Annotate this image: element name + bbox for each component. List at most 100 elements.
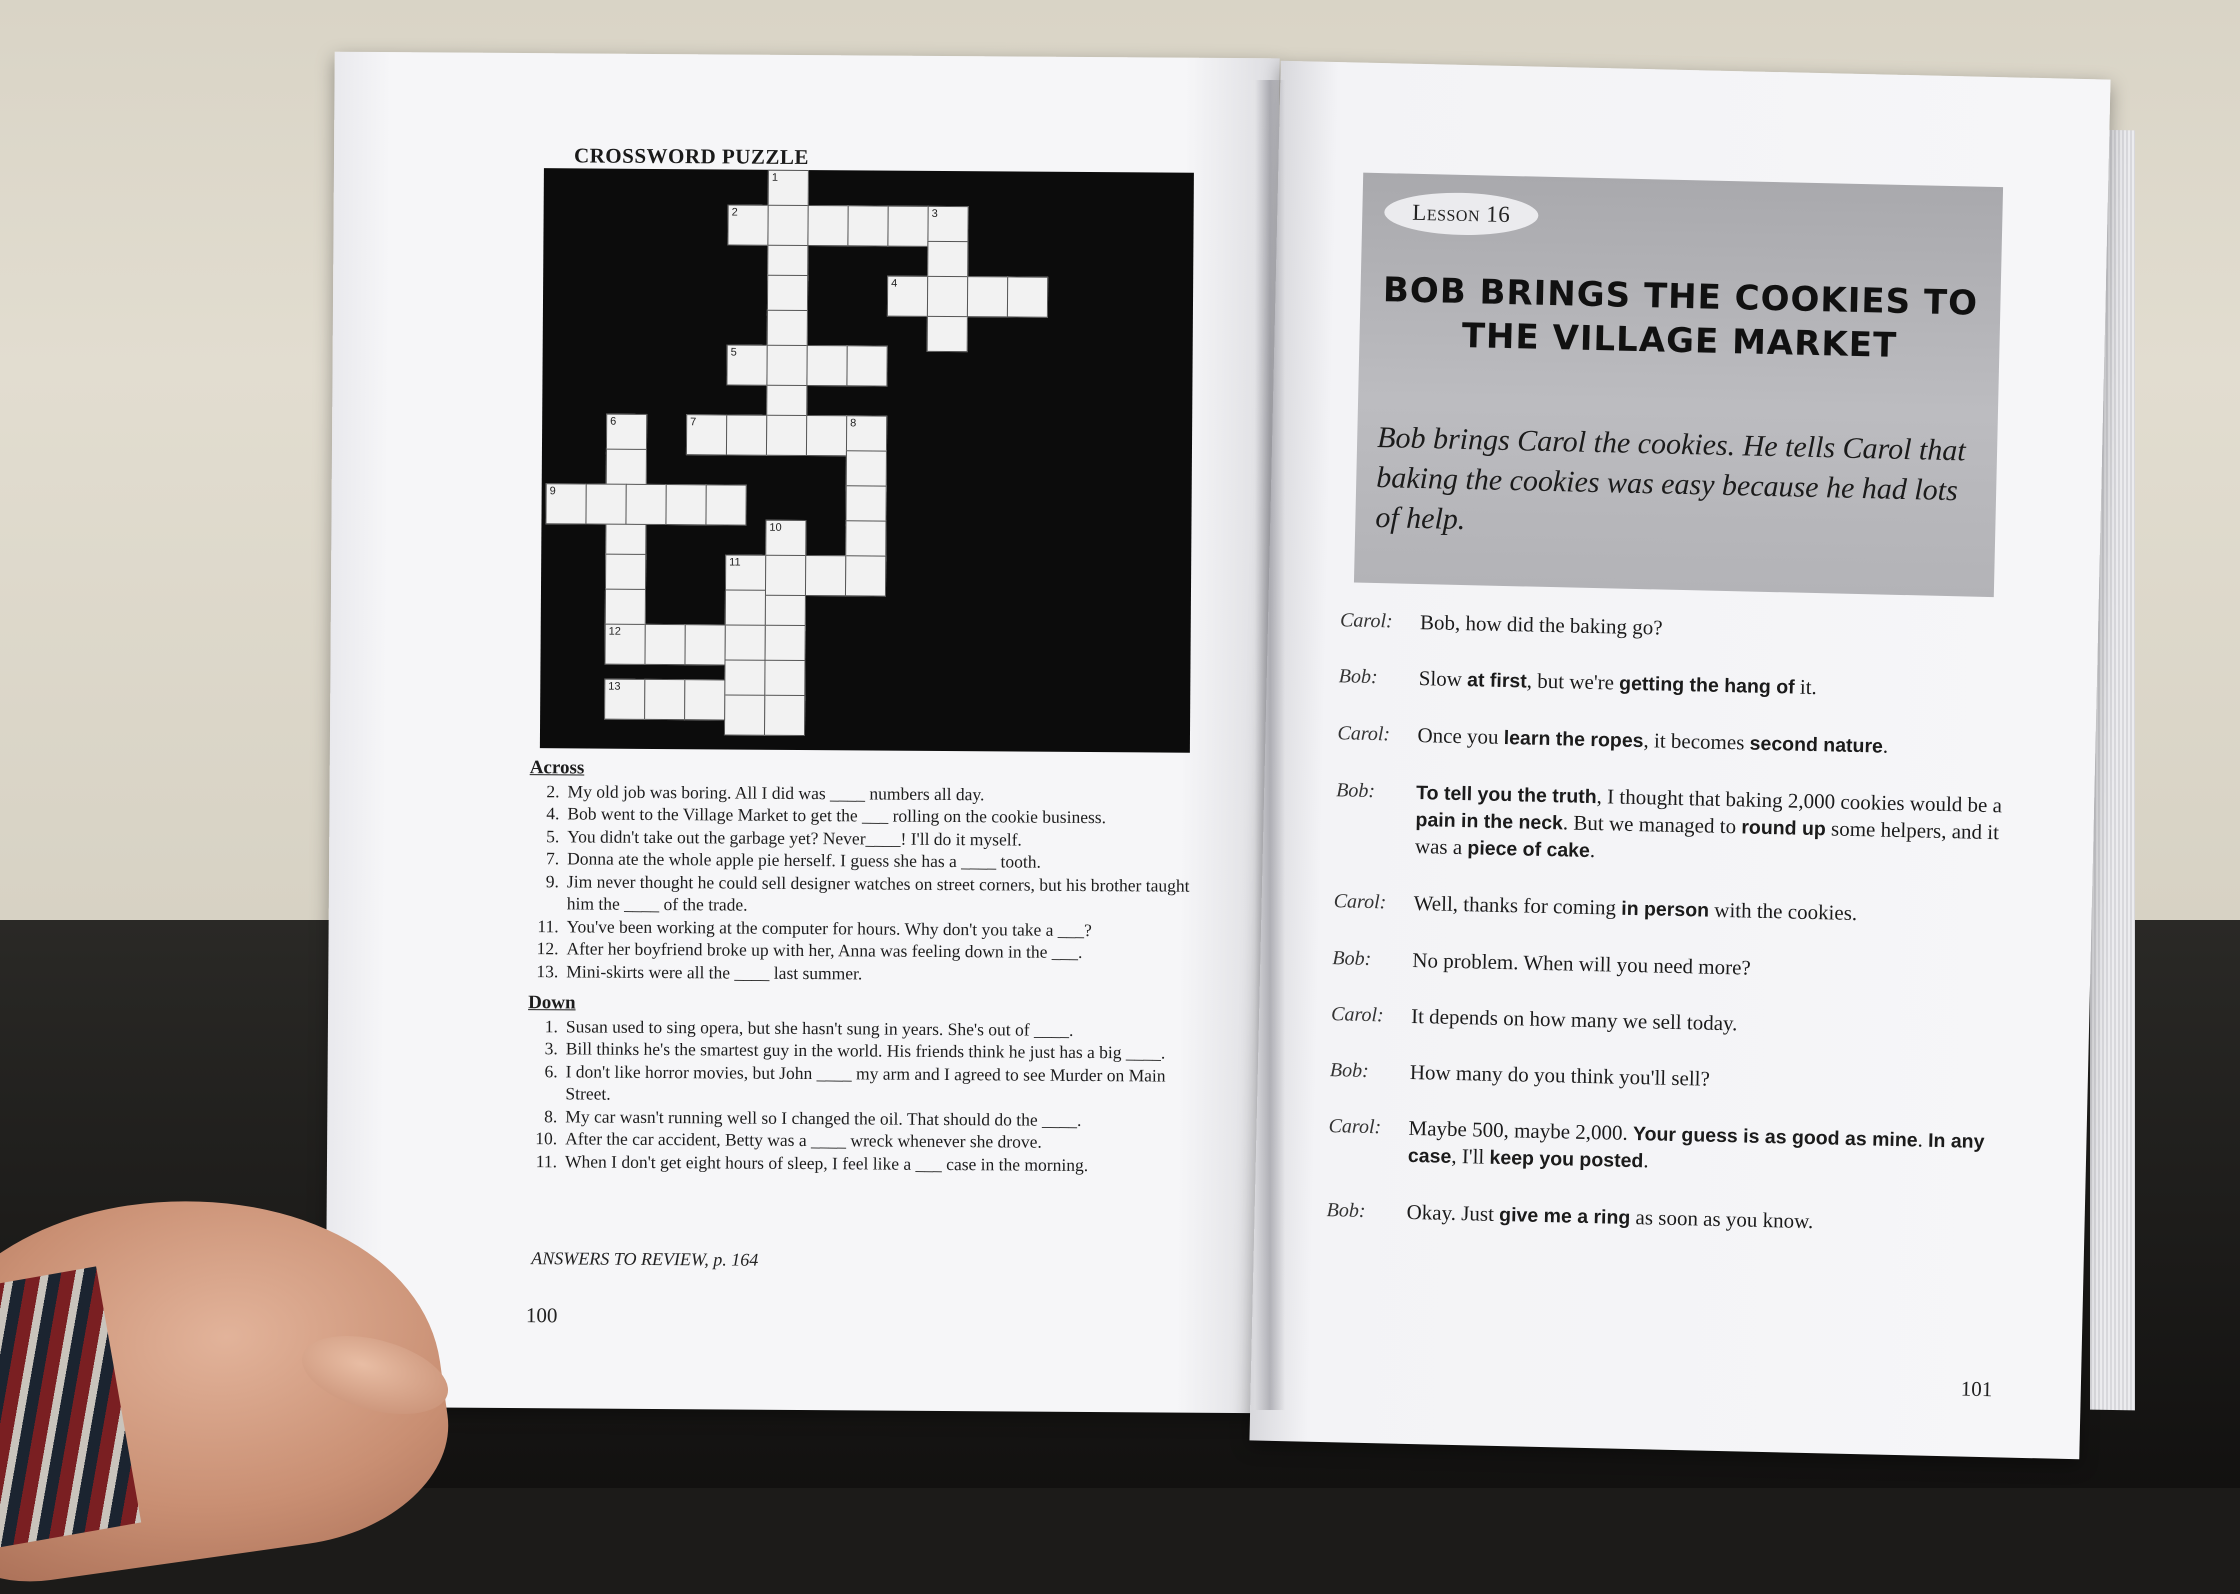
dialogue-line: Bob: Okay. Just give me a ring as soon as… — [1326, 1197, 2006, 1239]
crossword-cell[interactable] — [844, 555, 887, 597]
down-clue-list: 1. Susan used to sing opera, but she hasn… — [527, 1015, 1208, 1177]
dialogue-line: Carol: Once you learn the ropes, it becom… — [1337, 720, 2017, 762]
crossword-cell[interactable] — [705, 484, 747, 526]
crossword-cell[interactable] — [725, 414, 768, 456]
crossword-cell[interactable] — [723, 694, 766, 736]
book-page-left: CROSSWORD PUZZLE 1 2 3 4 5 7 8 6 9 10 11… — [325, 51, 1280, 1414]
speech-text: . But we managed to — [1562, 810, 1742, 839]
idiom-highlight: Your guess is as good as mine — [1632, 1123, 1918, 1152]
crossword-cell[interactable] — [887, 205, 929, 247]
crossword-cell[interactable] — [806, 345, 848, 387]
idiom-highlight: To tell you the truth — [1415, 782, 1597, 809]
crossword-cell[interactable] — [926, 275, 969, 318]
crossword-cell[interactable] — [1006, 276, 1049, 318]
idiom-highlight: piece of cake — [1467, 837, 1591, 862]
clue-number: 10 — [769, 521, 782, 534]
crossword-cell[interactable] — [846, 345, 888, 387]
idiom-highlight: round up — [1741, 816, 1827, 841]
speech-text: . — [1917, 1127, 1929, 1152]
crossword-cell[interactable] — [644, 678, 686, 721]
speech-text: , but we're — [1526, 668, 1620, 695]
lesson-header-box: Lesson 16 Bob Brings the Cookies to the … — [1353, 172, 2004, 598]
clue-number: 4 — [891, 277, 898, 290]
dialogue-line: Carol: Well, thanks for coming in person … — [1333, 888, 2013, 930]
crossword-cell[interactable] — [644, 623, 686, 666]
dialogue-speaker: Carol: — [1328, 1115, 1382, 1139]
speech-text: , I'll — [1451, 1143, 1490, 1169]
crossword-cell[interactable] — [805, 415, 848, 457]
crossword-cell[interactable] — [767, 204, 809, 247]
dialogue-line: Carol: Bob, how did the baking go? — [1340, 607, 2020, 648]
clue-item: 11. When I don't get eight hours of sleep… — [527, 1150, 1207, 1177]
clue-number: 5 — [730, 346, 737, 359]
clue-number: 1 — [771, 171, 779, 184]
crossword-cell[interactable] — [763, 694, 806, 737]
crossword-title: CROSSWORD PUZZLE — [573, 143, 810, 170]
speech-text: It depends on how many we sell today. — [1410, 1003, 1738, 1036]
dialogue-speaker: Carol: — [1339, 609, 1393, 633]
crossword-cell[interactable] — [585, 483, 627, 525]
crossword-cell[interactable]: 12 — [604, 623, 646, 665]
crossword-cell[interactable] — [665, 484, 707, 526]
clue-item-number: 11. — [535, 1150, 558, 1171]
crossword-cell[interactable] — [847, 205, 889, 247]
clue-item-number: 4. — [546, 803, 560, 824]
crossword-cell[interactable]: 4 — [886, 275, 929, 317]
crossword-cell[interactable]: 5 — [726, 344, 768, 386]
idiom-highlight: keep you posted — [1489, 1146, 1644, 1173]
clue-item-number: 10. — [535, 1128, 558, 1149]
lesson-title: Bob Brings the Cookies to the Village Ma… — [1379, 268, 1981, 370]
clue-number: 3 — [931, 207, 938, 220]
crossword-cell[interactable] — [804, 555, 847, 597]
dialogue-speaker: Carol: — [1333, 890, 1387, 914]
idiom-highlight: pain in the neck — [1415, 809, 1564, 835]
crossword-cell[interactable]: 9 — [545, 483, 587, 525]
clue-number: 2 — [731, 206, 738, 219]
speech-text: Okay. Just — [1406, 1199, 1500, 1227]
crossword-cell[interactable] — [625, 483, 667, 526]
crossword-clues: Across 2. My old job was boring. All I di… — [527, 753, 1210, 1177]
idiom-highlight: in person — [1621, 897, 1710, 922]
dialogue-speech: Maybe 500, maybe 2,000. Your guess is as… — [1408, 1115, 2009, 1183]
answers-reference: ANSWERS TO REVIEW, p. 164 — [531, 1248, 759, 1270]
crossword-cell[interactable] — [765, 414, 808, 457]
crossword-cell[interactable] — [684, 624, 726, 666]
dialogue-line: Bob: Slow at first, but we're getting the… — [1338, 663, 2018, 705]
clue-item: 9. Jim never thought he could sell design… — [529, 870, 1209, 920]
clue-item-number: 13. — [536, 960, 559, 981]
across-clue-list: 2. My old job was boring. All I did was _… — [528, 780, 1209, 987]
dialogue-speech: Okay. Just give me a ring as soon as you… — [1406, 1199, 2006, 1240]
crossword-cell[interactable]: 2 — [727, 204, 769, 246]
clue-number: 7 — [690, 416, 697, 429]
speech-text: it. — [1794, 674, 1818, 700]
crossword-cell[interactable] — [807, 205, 849, 247]
crossword-cell[interactable]: 7 — [685, 414, 728, 456]
speech-text: Once you — [1417, 723, 1505, 749]
clue-item: 6. I don't like horror movies, but John _… — [527, 1060, 1207, 1110]
crossword-cell[interactable] — [966, 276, 1009, 318]
dialogue-line: Carol: Maybe 500, maybe 2,000. Your guess… — [1328, 1113, 2009, 1182]
crossword-cell[interactable] — [766, 344, 808, 387]
dialogue-speaker: Carol: — [1337, 722, 1391, 746]
clue-item-number: 12. — [536, 938, 559, 959]
idiom-highlight: learn the ropes — [1503, 726, 1644, 753]
speech-text: , it becomes — [1643, 728, 1750, 755]
clue-item-text: I don't like horror movies, but John ___… — [565, 1060, 1166, 1104]
clue-number: 8 — [850, 417, 857, 430]
page-number-left: 100 — [525, 1303, 558, 1328]
crossword-cell[interactable] — [764, 554, 807, 597]
clue-item-number: 5. — [546, 825, 560, 846]
dialogue-speech: No problem. When will you need more? — [1412, 947, 2012, 987]
clue-item-number: 3. — [544, 1038, 558, 1059]
dialogue-speaker: Bob: — [1326, 1199, 1366, 1222]
dialogue-speech: Well, thanks for coming in person with t… — [1413, 890, 2013, 931]
dialogue-line: Bob: To tell you the truth, I thought tha… — [1335, 777, 2017, 873]
crossword-cell[interactable]: 13 — [604, 678, 646, 720]
crossword-cell[interactable] — [684, 679, 726, 721]
speech-text: with the cookies. — [1708, 897, 1858, 926]
clue-item-number: 6. — [544, 1060, 558, 1081]
book-page-right: Lesson 16 Bob Brings the Cookies to the … — [1249, 60, 2111, 1460]
speech-text: Slow — [1418, 666, 1468, 692]
speech-text: Well, thanks for coming — [1413, 890, 1622, 920]
dialogue-speech: It depends on how many we sell today. — [1411, 1003, 2011, 1043]
